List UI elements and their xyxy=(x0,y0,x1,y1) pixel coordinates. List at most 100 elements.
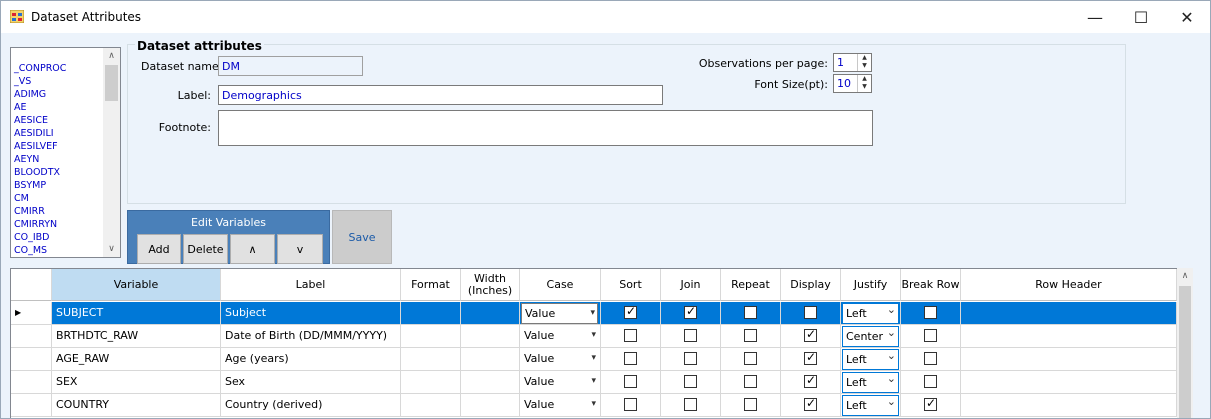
spin-up-icon[interactable]: ▲ xyxy=(858,75,871,83)
row-selector[interactable] xyxy=(11,325,52,348)
dataset-list-item[interactable]: AEYN xyxy=(14,153,66,166)
dataset-list-item[interactable]: CMIRRYN xyxy=(14,218,66,231)
move-up-button[interactable]: ∧ xyxy=(230,234,275,264)
maximize-button[interactable]: ☐ xyxy=(1118,1,1164,33)
dataset-list-scrollbar[interactable]: ∧ ∨ xyxy=(103,48,120,257)
format-cell[interactable] xyxy=(401,371,461,394)
row-header-cell[interactable] xyxy=(961,325,1177,348)
column-header-variable[interactable]: Variable xyxy=(52,269,221,301)
column-header-join[interactable]: Join xyxy=(661,269,721,301)
break-row-checkbox[interactable] xyxy=(924,352,937,365)
scroll-thumb[interactable] xyxy=(1179,286,1191,418)
column-header-break-row[interactable]: Break Row xyxy=(901,269,961,301)
case-cell[interactable]: Value ▾ xyxy=(520,348,601,371)
obs-per-page-value[interactable]: 1 xyxy=(837,56,844,69)
spin-down-icon[interactable]: ▼ xyxy=(858,83,871,91)
dropdown-arrow-icon[interactable]: ▾ xyxy=(591,349,596,368)
case-cell[interactable]: Value ▾ xyxy=(520,394,601,417)
chevron-down-icon[interactable]: ⌄ xyxy=(887,325,896,342)
join-checkbox[interactable] xyxy=(684,398,697,411)
dropdown-arrow-icon[interactable]: ▾ xyxy=(591,395,596,414)
row-header-cell[interactable] xyxy=(961,348,1177,371)
width-cell[interactable] xyxy=(461,348,520,371)
close-button[interactable]: ✕ xyxy=(1164,1,1210,33)
scroll-up-icon[interactable]: ∧ xyxy=(1177,268,1193,284)
case-cell[interactable]: Value ▾ xyxy=(520,302,601,325)
width-cell[interactable] xyxy=(461,302,520,325)
justify-cell[interactable]: Left ⌄ xyxy=(841,348,901,371)
variable-cell[interactable]: BRTHDTC_RAW xyxy=(52,325,221,348)
break-row-checkbox[interactable] xyxy=(924,375,937,388)
break-row-checkbox[interactable] xyxy=(924,306,937,319)
justify-combo[interactable]: Left ⌄ xyxy=(842,372,899,393)
sort-checkbox[interactable] xyxy=(624,329,637,342)
row-selector[interactable] xyxy=(11,348,52,371)
obs-per-page-spinner[interactable]: 1 ▲ ▼ xyxy=(833,53,872,72)
column-header-row-header[interactable]: Row Header xyxy=(961,269,1177,301)
display-checkbox[interactable]: ✓ xyxy=(804,373,817,388)
column-header-justify[interactable]: Justify xyxy=(841,269,901,301)
chevron-down-icon[interactable]: ⌄ xyxy=(887,302,896,319)
dataset-list-item[interactable]: _VS xyxy=(14,75,66,88)
repeat-checkbox[interactable] xyxy=(744,375,757,388)
justify-cell[interactable]: Left ⌄ xyxy=(841,302,901,325)
justify-cell[interactable]: Center ⌄ xyxy=(841,325,901,348)
save-button[interactable]: Save xyxy=(332,210,392,264)
font-size-value[interactable]: 10 xyxy=(837,77,851,90)
row-selector[interactable] xyxy=(11,371,52,394)
repeat-checkbox[interactable] xyxy=(744,352,757,365)
row-header-cell[interactable] xyxy=(961,371,1177,394)
display-checkbox[interactable]: ✓ xyxy=(804,327,817,342)
dataset-list-item[interactable]: AESICE xyxy=(14,114,66,127)
spin-down-icon[interactable]: ▼ xyxy=(858,62,871,70)
sort-checkbox[interactable] xyxy=(624,398,637,411)
display-checkbox[interactable] xyxy=(804,306,817,319)
justify-cell[interactable]: Left ⌄ xyxy=(841,371,901,394)
dataset-list-item[interactable]: CM xyxy=(14,192,66,205)
column-header-display[interactable]: Display xyxy=(781,269,841,301)
display-checkbox[interactable]: ✓ xyxy=(804,350,817,365)
format-cell[interactable] xyxy=(401,348,461,371)
footnote-field[interactable] xyxy=(218,110,873,146)
label-field[interactable]: Demographics xyxy=(218,85,663,105)
justify-combo[interactable]: Center ⌄ xyxy=(842,326,899,347)
column-header-sort[interactable]: Sort xyxy=(601,269,661,301)
variable-cell[interactable]: SUBJECT xyxy=(52,302,221,325)
break-row-checkbox[interactable]: ✓ xyxy=(924,396,937,411)
variable-cell[interactable]: AGE_RAW xyxy=(52,348,221,371)
dataset-list[interactable]: _CONPROC _VS ADIMG AE AESICE AESIDILI AESILVEF… xyxy=(10,47,121,258)
dataset-list-item[interactable]: CO_MS xyxy=(14,244,66,257)
variable-cell[interactable]: SEX xyxy=(52,371,221,394)
label-cell[interactable]: Sex xyxy=(221,371,401,394)
scroll-up-icon[interactable]: ∧ xyxy=(103,49,120,63)
column-header-format[interactable]: Format xyxy=(401,269,461,301)
repeat-checkbox[interactable] xyxy=(744,306,757,319)
dataset-list-item[interactable]: AESILVEF xyxy=(14,140,66,153)
column-header-repeat[interactable]: Repeat xyxy=(721,269,781,301)
dropdown-arrow-icon[interactable]: ▾ xyxy=(591,326,596,345)
width-cell[interactable] xyxy=(461,394,520,417)
scroll-thumb[interactable] xyxy=(105,65,118,101)
dropdown-arrow-icon[interactable]: ▾ xyxy=(590,304,595,323)
dataset-list-item[interactable]: BSYMP xyxy=(14,179,66,192)
minimize-button[interactable]: — xyxy=(1072,1,1118,33)
spin-up-icon[interactable]: ▲ xyxy=(858,54,871,62)
case-combo[interactable]: Value ▾ xyxy=(521,395,598,416)
dataset-list-item[interactable]: CO_IBD xyxy=(14,231,66,244)
grid-scrollbar[interactable]: ∧ xyxy=(1177,268,1193,418)
scroll-down-icon[interactable]: ∨ xyxy=(103,242,120,256)
label-cell[interactable]: Country (derived) xyxy=(221,394,401,417)
delete-button[interactable]: Delete xyxy=(183,234,228,264)
dataset-list-item[interactable]: AE xyxy=(14,101,66,114)
chevron-down-icon[interactable]: ⌄ xyxy=(887,371,896,388)
repeat-checkbox[interactable] xyxy=(744,329,757,342)
justify-cell[interactable]: Left ⌄ xyxy=(841,394,901,417)
width-cell[interactable] xyxy=(461,325,520,348)
column-header-label[interactable]: Label xyxy=(221,269,401,301)
join-checkbox[interactable] xyxy=(684,352,697,365)
justify-combo[interactable]: Left ⌄ xyxy=(842,349,899,370)
sort-checkbox[interactable]: ✓ xyxy=(624,304,637,319)
repeat-checkbox[interactable] xyxy=(744,398,757,411)
dataset-list-item[interactable]: AESIDILI xyxy=(14,127,66,140)
join-checkbox[interactable]: ✓ xyxy=(684,304,697,319)
